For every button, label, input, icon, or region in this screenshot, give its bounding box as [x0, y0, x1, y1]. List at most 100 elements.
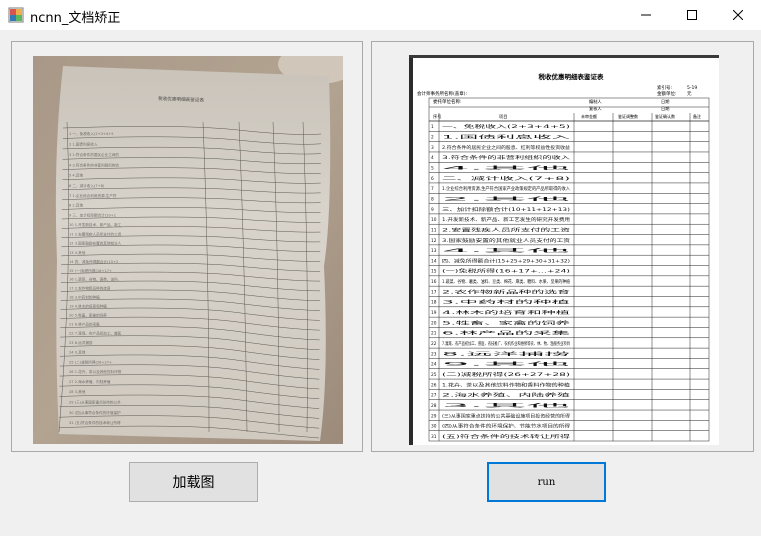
row-label: 2.农作物新品种的选育	[442, 288, 572, 295]
photo-row-mark: 18 3.中药材的种植	[69, 294, 100, 299]
photo-row-mark: 31 (五)符合条件的技术转让所得	[69, 420, 121, 425]
doc-firm-label: 会计师事务所名称(盖章):	[417, 90, 467, 97]
doc-col-remark: 备注	[693, 113, 701, 119]
row-label: 2.海水养殖、内陆养殖	[442, 392, 572, 399]
row-number: 10	[431, 217, 437, 223]
row-number: 9	[431, 207, 434, 213]
row-number: 27	[431, 393, 437, 399]
doc-col-adjustment: 鉴证调整数	[618, 113, 638, 119]
row-number: 1	[431, 124, 434, 130]
doc-meta-prepared: 编制人	[589, 98, 602, 105]
row-label: (四)从事符合条件的环境保护、节能节水项目的所得	[442, 423, 571, 430]
row-label: (五)符合条件的技术转让所得	[442, 433, 572, 440]
title-bar: ncnn_文档矫正	[0, 0, 761, 30]
photo-row-mark: 13 4.其他	[69, 250, 86, 255]
row-label: 2.安置残疾人员所支付的工资	[442, 226, 572, 233]
row-number: 4	[431, 155, 434, 161]
corrected-document: 税收优惠明细表鉴证表 索引号: 5-19 会计师事务所名称(盖章): 金额单位:…	[409, 55, 719, 445]
photo-row-mark: 1 一、免税收入(2+3+4+5	[69, 131, 114, 136]
photo-row-mark: 9 三、加计扣除额合计(10+1	[69, 212, 116, 217]
doc-ref-value: 5-19	[687, 85, 697, 91]
photo-row-mark: 11 2.安置残疾人员所支付的工资	[69, 231, 122, 236]
doc-client-label: 委托单位名称:	[433, 98, 462, 105]
photo-row-mark: 17 2.农作物新品种的选育	[69, 286, 111, 291]
maximize-icon	[687, 10, 697, 20]
row-number: 30	[431, 424, 437, 430]
photo-row-mark: 20 5.牲畜、家禽的饲养	[69, 312, 107, 317]
row-label: 3.符合条件的非营利组织的收入	[442, 154, 571, 161]
row-label: 1.开发新技术、新产品、新工艺发生的研究开发费用	[442, 216, 570, 223]
photo-row-mark: 30 (四)从事符合条件的环境保护	[69, 410, 121, 415]
close-button[interactable]	[715, 0, 761, 30]
photo-row-mark: 3 2.符合条件的居民企业之间的	[69, 152, 119, 157]
minimize-icon	[641, 14, 651, 16]
row-number: 8	[431, 196, 434, 202]
photo-row-mark: 23 8.远洋捕捞	[69, 340, 93, 345]
photo-row-mark: 2 1.国债利息收入	[69, 141, 98, 146]
doc-title: 税收优惠明细表鉴证表	[539, 72, 605, 81]
doc-ref-label: 索引号:	[657, 84, 672, 91]
row-number: 20	[431, 320, 437, 326]
photo-row-mark: 10 1.开发新技术、新产品、新工	[69, 222, 122, 227]
photo-row-mark: 19 4.林木的培育和种植	[69, 303, 107, 308]
output-image-panel: 税收优惠明细表鉴证表 索引号: 5-19 会计师事务所名称(盖章): 金额单位:…	[371, 41, 754, 452]
photo-row-mark: 7 1.企业综合利用资源,生产符	[69, 193, 117, 198]
row-label: 1.企业综合利用资源,生产符合国家产业政策规定的产品所取得的收入	[442, 185, 571, 192]
row-label: 三、加计扣除额合计(10+11+12+13)	[442, 206, 571, 213]
row-label: 8.远洋捕捞	[442, 350, 574, 357]
row-label: (二)减税所得(26+27+28)	[442, 371, 571, 378]
window-title: ncnn_文档矫正	[30, 11, 121, 26]
row-number: 23	[431, 351, 437, 357]
photo-row-mark: 8 2.其他	[69, 203, 83, 208]
row-number: 16	[431, 279, 437, 285]
minimize-button[interactable]	[623, 0, 669, 30]
row-number: 5	[431, 166, 434, 172]
row-number: 29	[431, 413, 437, 419]
row-label: 4.林木的培育和种植	[442, 309, 572, 316]
doc-col-index: 序号	[433, 113, 441, 120]
load-image-button[interactable]: 加载图	[129, 462, 258, 502]
row-label: 一、免税收入(2+3+4+5)	[442, 123, 571, 130]
row-label: 6.林产品的采集	[442, 330, 573, 337]
row-number: 19	[431, 310, 437, 316]
photo-row-mark: 22 7.灌溉、农产品初加工、兽医	[69, 331, 122, 336]
row-label: 二、减计收入(7+8)	[442, 175, 571, 182]
doc-unit-value: 元	[687, 91, 692, 97]
original-photo: 税收优惠明细表鉴证表1 一、免税收入(2+3+4+52 1.国债利息收入3 2.…	[33, 56, 343, 444]
row-number: 15	[431, 269, 437, 275]
row-number: 13	[431, 248, 437, 254]
row-number: 2	[431, 135, 434, 141]
photo-row-mark: 28 3.其他	[69, 389, 86, 394]
row-number: 17	[431, 289, 437, 295]
row-number: 26	[431, 382, 437, 388]
doc-col-unaudited: 未审金额	[581, 113, 597, 119]
photo-row-mark: 21 6.林产品的采集	[69, 322, 100, 327]
app-window: ncnn_文档矫正 税收优惠明细表鉴证表 1 一、免税收入(2+3+4+5 2 …	[0, 0, 761, 536]
row-label: (三)从事国家重点扶持的公共基础设施项目投资经营的所得	[442, 412, 571, 419]
doc-unit-label: 金额单位:	[657, 90, 677, 97]
row-number: 24	[431, 362, 437, 368]
row-label: 1.花卉、茶以及其他饮料作物和香料作物的种植	[442, 381, 571, 388]
row-number: 31	[431, 434, 437, 440]
row-label: 3.其他	[442, 402, 577, 409]
row-label: 1.蔬菜、谷物、薯类、油料、豆类、棉花、麻类、糖料、水果、坚果的种植	[442, 278, 571, 285]
run-button[interactable]: run	[487, 462, 606, 502]
row-number: 18	[431, 300, 437, 306]
photo-row-mark: 4 3.符合条件的非营利组织的收	[69, 162, 119, 167]
row-label: 2.其他	[442, 195, 577, 202]
doc-col-confirmed: 鉴证确认数	[655, 113, 675, 119]
photo-row-mark: 27 2.海水养殖、内陆养殖	[69, 379, 111, 384]
row-number: 21	[431, 331, 437, 337]
row-number: 7	[431, 186, 434, 192]
close-icon	[733, 10, 743, 20]
app-icon	[8, 7, 24, 23]
photo-row-mark: 26 1.花卉、茶以及其他饮料作物	[69, 369, 122, 374]
row-number: 22	[431, 341, 437, 347]
photo-row-mark: 5 4.其他	[69, 173, 83, 178]
doc-meta-reviewed: 复核人	[589, 105, 602, 112]
row-number: 28	[431, 403, 437, 409]
maximize-button[interactable]	[669, 0, 715, 30]
row-label: 4.其他	[442, 165, 577, 172]
photo-row-mark: 24 9.其他	[69, 350, 86, 355]
row-label: 四、减免所得额合计(15+25+29+30+31+32)	[442, 257, 570, 264]
